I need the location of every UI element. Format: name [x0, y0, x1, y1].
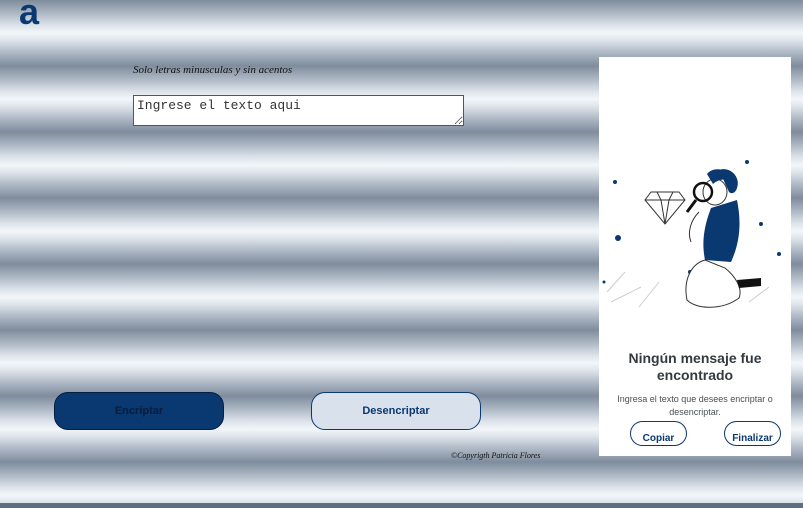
brand-logo: a — [19, 0, 40, 32]
empty-message-title: Ningún mensaje fue encontrado — [628, 350, 762, 383]
input-hint: Solo letras minusculas y sin acentos — [133, 64, 293, 76]
person-with-magnifier-icon — [602, 160, 781, 308]
bottom-strip — [0, 503, 803, 508]
copy-button[interactable]: Copiar — [630, 421, 687, 446]
copyright-text: ©Copyrigth Patricia Flores — [451, 451, 541, 460]
output-panel: Ningún mensaje fue encontrado Ingresa el… — [599, 57, 791, 456]
encrypt-button[interactable]: Encriptar — [54, 392, 224, 430]
finish-button[interactable]: Finalizar — [724, 421, 781, 446]
message-input[interactable] — [133, 95, 464, 126]
decrypt-button[interactable]: Desencriptar — [311, 392, 481, 430]
empty-message-description: Ingresa el texto que desees encriptar o … — [617, 394, 773, 417]
